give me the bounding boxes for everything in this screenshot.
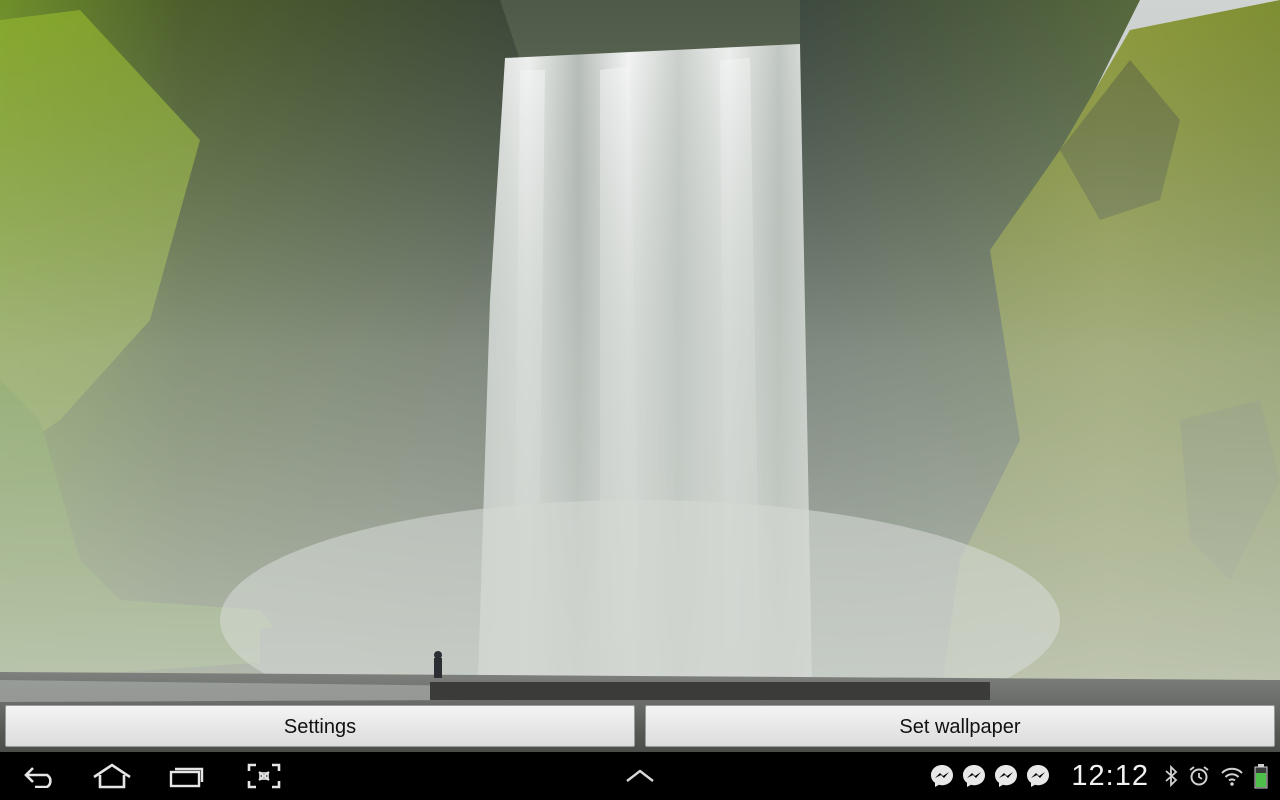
status-tray: 12:12 [929,752,1280,800]
chevron-up-icon[interactable] [616,760,664,792]
back-icon[interactable] [16,760,64,792]
home-icon[interactable] [88,760,136,792]
settings-button[interactable]: Settings [5,705,635,747]
recent-apps-icon[interactable] [163,760,211,792]
messenger-icon[interactable] [929,763,955,789]
wifi-icon [1220,765,1244,787]
system-bar: 12:12 [0,752,1280,800]
bluetooth-icon [1164,765,1178,787]
alarm-icon [1188,765,1210,787]
wallpaper-preview [0,0,1280,752]
clock[interactable]: 12:12 [1071,760,1149,793]
battery-icon [1254,763,1268,789]
messenger-icon[interactable] [993,763,1019,789]
waterfall-scene [0,0,1280,752]
preview-action-bar: Settings Set wallpaper [0,700,1280,752]
messenger-icon[interactable] [1025,763,1051,789]
set-wallpaper-button[interactable]: Set wallpaper [645,705,1275,747]
screenshot-icon[interactable] [240,760,288,792]
messenger-icon[interactable] [961,763,987,789]
